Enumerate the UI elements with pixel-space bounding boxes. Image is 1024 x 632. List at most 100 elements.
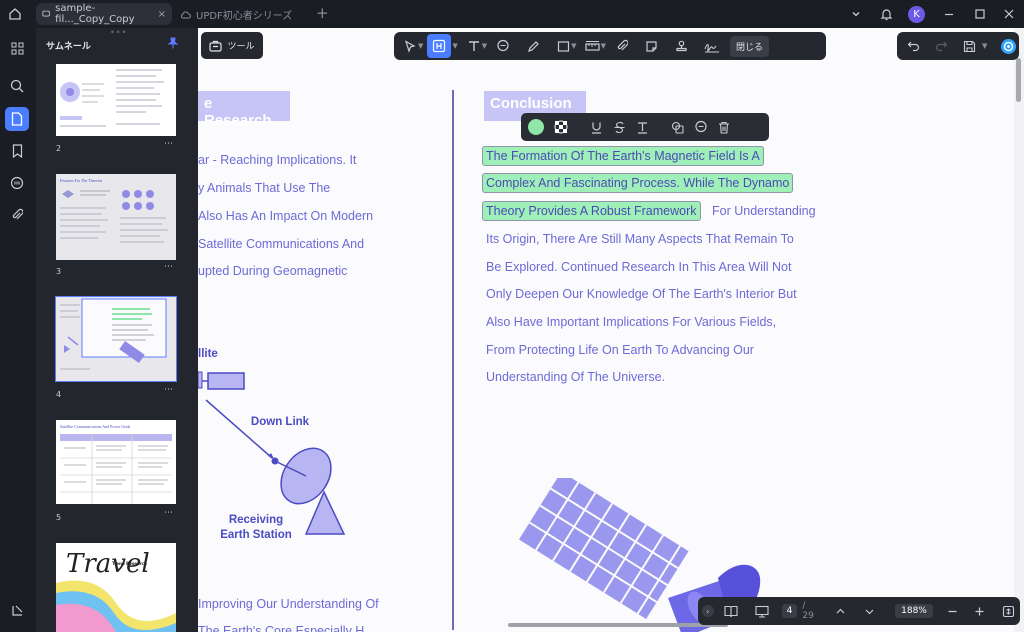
thumbnail-page-5[interactable]: Satellite Communications And Power Grids — [56, 420, 176, 504]
thumbnail-page-2[interactable] — [56, 64, 176, 136]
right-toolbar: ▼ — [897, 32, 1019, 60]
comments-icon[interactable] — [5, 171, 29, 195]
zoom-out-icon[interactable] — [941, 599, 964, 623]
tools-button[interactable]: ツール — [201, 32, 263, 59]
thumbnail-subheading: Trend Research — [112, 561, 147, 566]
redo-icon[interactable] — [931, 34, 953, 58]
chevron-down-icon[interactable]: ▼ — [418, 42, 423, 50]
page-number: 2 — [56, 144, 62, 153]
underline-icon[interactable] — [590, 121, 603, 134]
station-label-earth: Earth Station — [220, 529, 292, 541]
presentation-icon[interactable] — [751, 599, 774, 623]
pencil-icon — [527, 40, 539, 52]
station-label-receiving: Receiving — [228, 514, 284, 526]
attachment-icon[interactable] — [5, 203, 29, 227]
current-page-input[interactable]: 4 — [781, 604, 798, 618]
chevron-down-icon[interactable]: ▼ — [982, 42, 987, 50]
chevron-down-icon[interactable]: ▼ — [601, 42, 606, 50]
home-icon[interactable] — [0, 0, 30, 28]
reading-mode-icon[interactable] — [720, 599, 743, 623]
text-line: Satellite Communications And — [198, 237, 365, 251]
sticky-note-tool-button[interactable] — [491, 34, 515, 58]
close-window-icon[interactable] — [1003, 0, 1015, 28]
trash-icon[interactable] — [718, 121, 730, 134]
opacity-icon[interactable] — [554, 120, 568, 134]
undo-icon[interactable] — [903, 34, 925, 58]
scrollbar-thumb[interactable] — [1016, 58, 1021, 102]
chevron-down-icon[interactable] — [850, 0, 862, 28]
highlighted-text[interactable]: Complex And Fascinating Process. While T… — [482, 173, 794, 193]
tab-label: sample-fil..._Copy_Copy — [55, 3, 135, 25]
thumbnail-page-6[interactable]: Travel Trend Research — [56, 543, 176, 632]
vertical-scrollbar[interactable] — [1014, 28, 1024, 632]
highlighted-text[interactable]: Theory Provides A Robust Framework — [482, 201, 701, 221]
chevron-down-icon[interactable]: ▼ — [571, 42, 576, 50]
thumbnail-page-3[interactable]: Features For The Theories — [56, 174, 176, 260]
bell-icon[interactable] — [880, 0, 893, 28]
add-comment-icon[interactable] — [694, 120, 708, 134]
tab-label: UPDF初心者シリーズ — [196, 10, 293, 22]
strikethrough-icon[interactable] — [613, 121, 626, 134]
text-style-icon[interactable] — [636, 121, 649, 134]
text-line: Also Has An Impact On Modern — [198, 209, 374, 223]
chevron-down-icon[interactable]: ▼ — [452, 42, 457, 50]
text-line: Be Explored. Continued Research In This … — [486, 260, 792, 274]
maximize-icon[interactable] — [974, 0, 986, 28]
attach-tool-button[interactable] — [610, 34, 634, 58]
comment-icon — [42, 10, 50, 17]
grid-icon[interactable] — [5, 36, 29, 60]
pencil-tool-button[interactable] — [521, 34, 545, 58]
color-picker-button[interactable] — [528, 119, 544, 135]
copy-icon[interactable] — [671, 121, 684, 134]
drag-handle[interactable]: ••• — [110, 28, 127, 37]
page-number: 3 — [56, 267, 62, 276]
chevron-right-icon[interactable]: › — [702, 605, 714, 617]
fit-page-icon[interactable] — [997, 599, 1020, 623]
signature-tool-button[interactable] — [700, 34, 724, 58]
tab-sample-file[interactable]: sample-fil..._Copy_Copy × — [36, 3, 172, 25]
comment-bubble-icon — [497, 39, 509, 52]
add-tab-button[interactable]: + — [316, 4, 329, 22]
highlighted-text[interactable]: The Formation Of The Earth's Magnetic Fi… — [482, 146, 764, 166]
search-icon[interactable] — [5, 74, 29, 98]
tab-updf-series[interactable]: UPDF初心者シリーズ — [174, 3, 312, 25]
cloud-icon — [180, 10, 191, 18]
page-number: 5 — [56, 513, 62, 522]
highlight-tool-button[interactable] — [427, 34, 452, 58]
save-icon[interactable] — [958, 34, 980, 58]
stamp-tool-button[interactable] — [670, 34, 694, 58]
more-options-icon[interactable]: ⋯ — [164, 508, 173, 518]
more-options-icon[interactable]: ⋯ — [164, 139, 173, 149]
thumbnail-page-4[interactable] — [55, 296, 177, 382]
sticker-tool-button[interactable] — [640, 34, 664, 58]
bookmark-icon[interactable] — [5, 139, 29, 163]
updf-logo-icon[interactable] — [5, 598, 29, 622]
zoom-level[interactable]: 188% — [895, 604, 933, 618]
annotation-popup — [521, 113, 769, 141]
chevron-down-icon[interactable]: ▼ — [482, 42, 487, 50]
section-heading-research: e Research — [198, 91, 290, 129]
close-button[interactable]: 閉じる — [729, 35, 769, 57]
text-line: The Earth's Core Especially H — [198, 624, 365, 632]
pin-icon[interactable] — [168, 37, 178, 49]
text-line: upted During Geomagnetic — [198, 264, 348, 278]
text-line: Understanding Of The Universe. — [486, 370, 666, 384]
left-rail — [0, 28, 36, 632]
horizontal-scrollbar[interactable] — [508, 623, 728, 627]
previous-page-icon[interactable] — [829, 599, 852, 623]
more-options-icon[interactable]: ⋯ — [164, 385, 173, 395]
page-icon[interactable] — [5, 107, 29, 131]
zoom-in-icon[interactable] — [968, 599, 991, 623]
page-navigation-bar: › 4 / 29 188% — [698, 597, 1020, 625]
next-page-icon[interactable] — [858, 599, 881, 623]
ruler-icon — [585, 40, 600, 51]
more-options-icon[interactable]: ⋯ — [164, 262, 173, 272]
ai-assistant-icon[interactable] — [997, 34, 1019, 58]
avatar[interactable]: K — [908, 0, 925, 28]
text-line: From Protecting Life On Earth To Advanci… — [486, 343, 754, 357]
stamp-icon — [676, 40, 688, 51]
minimize-icon[interactable] — [943, 0, 955, 28]
thumbnail-panel: ••• サムネール 2 ⋯ Features For The Theories … — [36, 28, 198, 632]
tab-close-icon[interactable]: × — [158, 9, 166, 20]
toolbox-icon — [209, 40, 223, 52]
